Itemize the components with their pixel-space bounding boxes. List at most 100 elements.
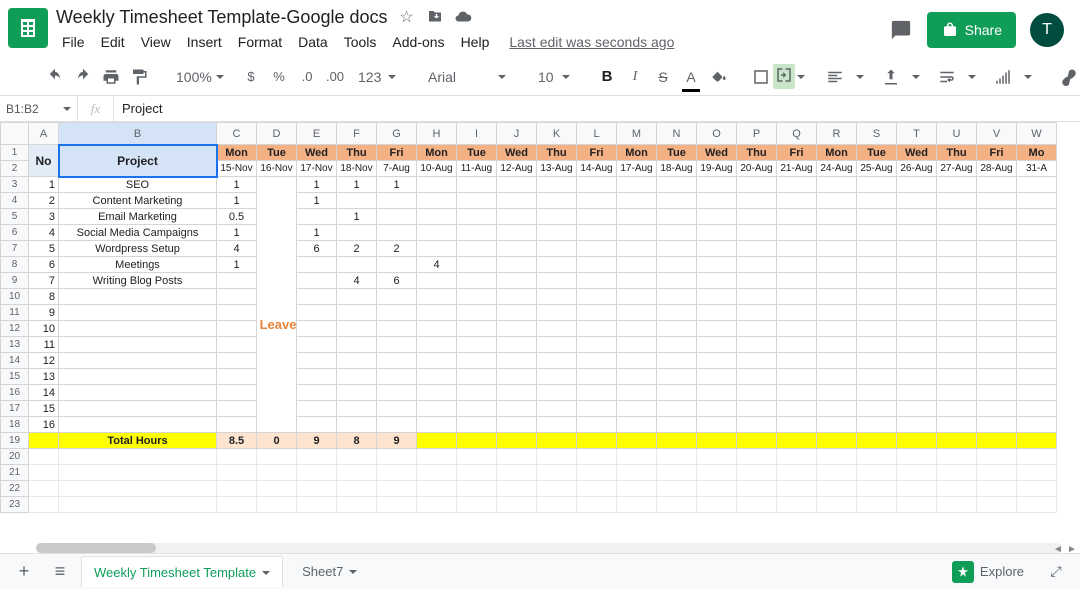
cell-E15[interactable] <box>297 369 337 385</box>
bold-button[interactable]: B <box>596 65 618 89</box>
day-header[interactable]: Mo <box>1017 145 1057 161</box>
cell-A17[interactable]: 15 <box>29 401 59 417</box>
col-header-P[interactable]: P <box>737 123 777 145</box>
cell-empty[interactable] <box>1017 385 1057 401</box>
cell-empty[interactable] <box>697 385 737 401</box>
cell-empty[interactable] <box>737 241 777 257</box>
cell-F9[interactable]: 4 <box>337 273 377 289</box>
cell-blank[interactable] <box>297 481 337 497</box>
cell-empty[interactable] <box>777 257 817 273</box>
cell-empty[interactable] <box>697 321 737 337</box>
cell-empty[interactable] <box>617 209 657 225</box>
cell-F15[interactable] <box>337 369 377 385</box>
cell-empty[interactable] <box>737 321 777 337</box>
cell-blank[interactable] <box>977 465 1017 481</box>
date-header[interactable]: 10-Aug <box>417 161 457 177</box>
cell-A9[interactable]: 7 <box>29 273 59 289</box>
cell-empty[interactable] <box>577 273 617 289</box>
cell-blank[interactable] <box>1017 465 1057 481</box>
total-empty[interactable] <box>457 433 497 449</box>
cell-A12[interactable]: 10 <box>29 321 59 337</box>
cell-B9[interactable]: Writing Blog Posts <box>59 273 217 289</box>
cell-D4[interactable] <box>257 193 297 209</box>
cell-empty[interactable] <box>497 305 537 321</box>
total-empty[interactable] <box>577 433 617 449</box>
cell-empty[interactable] <box>817 177 857 193</box>
cell-empty[interactable] <box>817 225 857 241</box>
star-icon[interactable]: ☆ <box>398 8 416 26</box>
cell-empty[interactable] <box>777 353 817 369</box>
cell-blank[interactable] <box>657 449 697 465</box>
cell-empty[interactable] <box>617 273 657 289</box>
cell-D5[interactable] <box>257 209 297 225</box>
cell-empty[interactable] <box>817 209 857 225</box>
merge-button[interactable] <box>778 65 800 89</box>
cell-E4[interactable]: 1 <box>297 193 337 209</box>
cell-E5[interactable] <box>297 209 337 225</box>
undo-icon[interactable] <box>44 65 66 89</box>
cell-blank[interactable] <box>377 497 417 513</box>
cell-empty[interactable] <box>697 177 737 193</box>
cell-blank[interactable] <box>377 449 417 465</box>
date-header[interactable]: 24-Aug <box>817 161 857 177</box>
cell-blank[interactable] <box>857 497 897 513</box>
cell-C11[interactable] <box>217 305 257 321</box>
last-edit-link[interactable]: Last edit was seconds ago <box>509 34 674 50</box>
cell-empty[interactable] <box>857 177 897 193</box>
cell-empty[interactable] <box>617 193 657 209</box>
cell-empty[interactable] <box>617 257 657 273</box>
cell-empty[interactable] <box>457 177 497 193</box>
name-box[interactable]: B1:B2 <box>0 96 78 121</box>
cell-empty[interactable] <box>737 417 777 433</box>
cell-empty[interactable] <box>897 369 937 385</box>
formula-input[interactable]: Project <box>114 96 1080 121</box>
text-color-button[interactable]: A <box>680 65 702 89</box>
cell-blank[interactable] <box>457 449 497 465</box>
header-project[interactable]: Project <box>59 145 217 177</box>
tab-sheet7[interactable]: Sheet7 <box>290 557 369 587</box>
cell-empty[interactable] <box>657 209 697 225</box>
cell-A16[interactable]: 14 <box>29 385 59 401</box>
cell-blank[interactable] <box>577 481 617 497</box>
cell-A10[interactable]: 8 <box>29 289 59 305</box>
cell-blank[interactable] <box>737 465 777 481</box>
menu-edit[interactable]: Edit <box>95 32 131 52</box>
cell-empty[interactable] <box>657 273 697 289</box>
cell-empty[interactable] <box>737 401 777 417</box>
cell-empty[interactable] <box>1017 337 1057 353</box>
col-header-M[interactable]: M <box>617 123 657 145</box>
cell-empty[interactable] <box>1017 321 1057 337</box>
cell-E7[interactable]: 6 <box>297 241 337 257</box>
col-header-corner[interactable] <box>1 123 29 145</box>
day-header[interactable]: Thu <box>337 145 377 161</box>
cell-D16[interactable] <box>257 385 297 401</box>
day-header[interactable]: Thu <box>737 145 777 161</box>
cell-empty[interactable] <box>977 225 1017 241</box>
cell-H3[interactable] <box>417 177 457 193</box>
cell-empty[interactable] <box>737 369 777 385</box>
cell-G15[interactable] <box>377 369 417 385</box>
cell-B16[interactable] <box>59 385 217 401</box>
cell-empty[interactable] <box>1017 305 1057 321</box>
cell-empty[interactable] <box>577 209 617 225</box>
cell-blank[interactable] <box>537 465 577 481</box>
cell-blank[interactable] <box>297 465 337 481</box>
cell-empty[interactable] <box>1017 257 1057 273</box>
cell-empty[interactable] <box>897 257 937 273</box>
cell-blank[interactable] <box>257 497 297 513</box>
total-empty[interactable] <box>697 433 737 449</box>
col-header-H[interactable]: H <box>417 123 457 145</box>
cell-empty[interactable] <box>697 209 737 225</box>
col-header-U[interactable]: U <box>937 123 977 145</box>
cell-empty[interactable] <box>937 401 977 417</box>
cell-empty[interactable] <box>537 273 577 289</box>
day-header[interactable]: Wed <box>897 145 937 161</box>
cell-empty[interactable] <box>857 257 897 273</box>
cell-empty[interactable] <box>497 337 537 353</box>
cell-C18[interactable] <box>217 417 257 433</box>
cell-empty[interactable] <box>897 321 937 337</box>
cell-empty[interactable] <box>737 177 777 193</box>
cell-empty[interactable] <box>897 273 937 289</box>
cell-blank[interactable] <box>29 481 59 497</box>
cell-blank[interactable] <box>217 449 257 465</box>
